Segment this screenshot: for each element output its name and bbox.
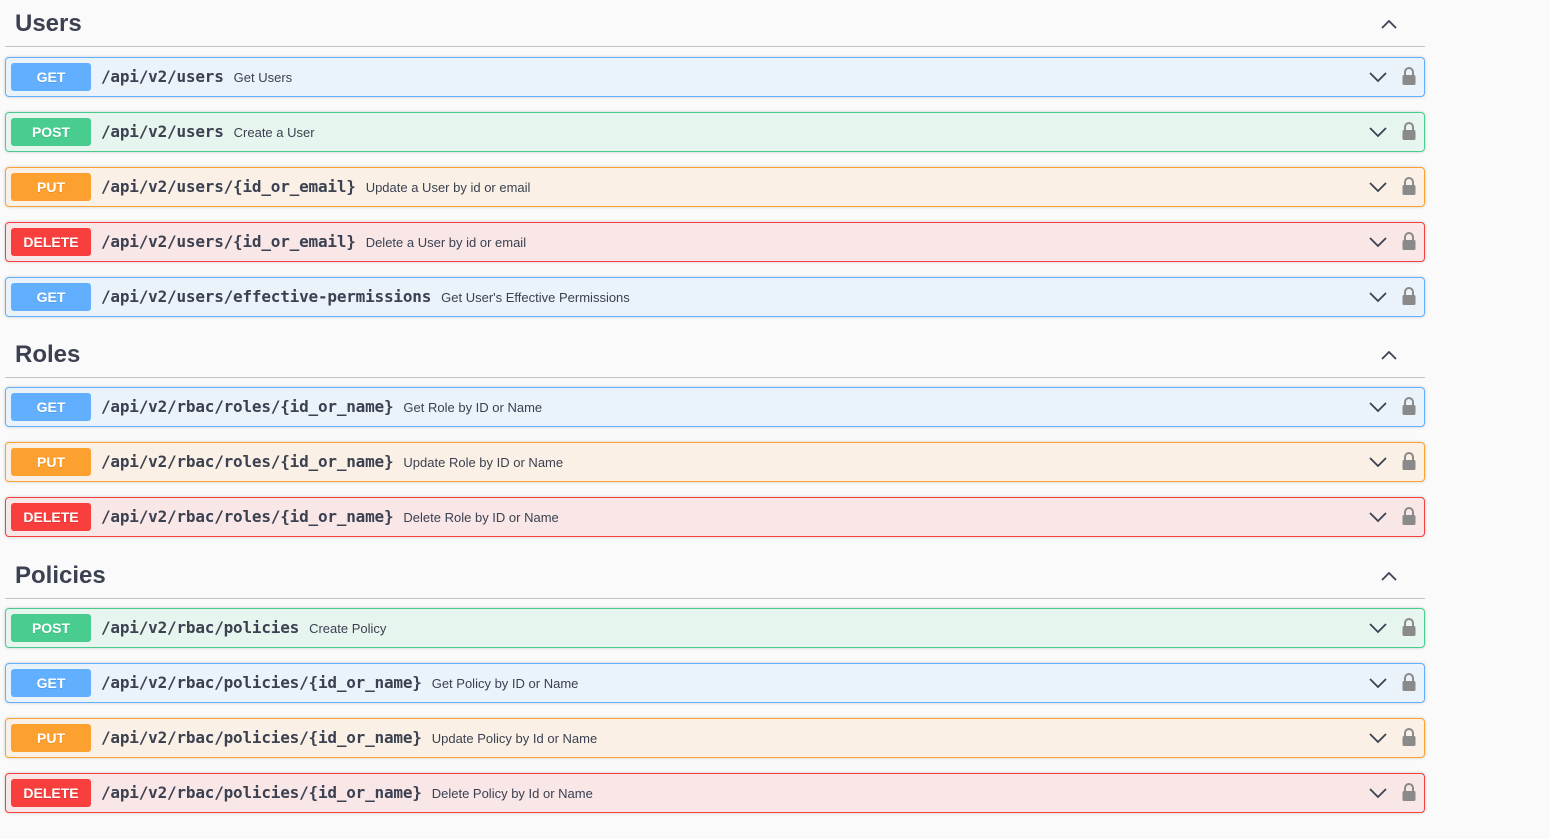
- chevron-down-icon[interactable]: [1368, 287, 1388, 307]
- operation-delete-user[interactable]: DELETE /api/v2/users/{id_or_email} Delete…: [5, 222, 1425, 262]
- operation-summary: Get Users: [233, 70, 293, 85]
- operation-path: /api/v2/rbac/policies/{id_or_name}: [101, 673, 422, 692]
- method-badge: GET: [11, 393, 91, 421]
- tag-section-users: Users GET /api/v2/users Get Users POST /a…: [5, 0, 1425, 317]
- operation-summary: Create a User: [233, 125, 315, 140]
- operation-summary: Update Policy by Id or Name: [431, 731, 598, 746]
- chevron-down-icon[interactable]: [1368, 452, 1388, 472]
- operation-summary: Get User's Effective Permissions: [441, 290, 630, 305]
- operation-post-users[interactable]: POST /api/v2/users Create a User: [5, 112, 1425, 152]
- api-docs: Users GET /api/v2/users Get Users POST /a…: [0, 0, 1550, 839]
- operation-get-users[interactable]: GET /api/v2/users Get Users: [5, 57, 1425, 97]
- operation-path: /api/v2/rbac/roles/{id_or_name}: [101, 507, 394, 526]
- chevron-down-icon[interactable]: [1368, 122, 1388, 142]
- lock-icon[interactable]: [1401, 286, 1417, 306]
- lock-icon[interactable]: [1401, 617, 1417, 637]
- method-badge: PUT: [11, 448, 91, 476]
- operation-path: /api/v2/rbac/policies/{id_or_name}: [101, 783, 422, 802]
- lock-icon[interactable]: [1401, 231, 1417, 251]
- operation-put-policy[interactable]: PUT /api/v2/rbac/policies/{id_or_name} Up…: [5, 718, 1425, 758]
- operation-path: /api/v2/users/{id_or_email}: [101, 232, 356, 251]
- chevron-down-icon[interactable]: [1368, 232, 1388, 252]
- chevron-up-icon[interactable]: [1379, 345, 1399, 365]
- method-badge: GET: [11, 283, 91, 311]
- lock-icon[interactable]: [1401, 396, 1417, 416]
- chevron-down-icon[interactable]: [1368, 397, 1388, 417]
- section-title: Users: [15, 10, 82, 37]
- operation-path: /api/v2/users: [101, 122, 224, 141]
- lock-icon[interactable]: [1401, 782, 1417, 802]
- lock-icon[interactable]: [1401, 451, 1417, 471]
- method-badge: POST: [11, 118, 91, 146]
- tag-header-roles[interactable]: Roles: [5, 331, 1425, 378]
- chevron-down-icon[interactable]: [1368, 618, 1388, 638]
- lock-icon[interactable]: [1401, 176, 1417, 196]
- operation-delete-policy[interactable]: DELETE /api/v2/rbac/policies/{id_or_name…: [5, 773, 1425, 813]
- chevron-down-icon[interactable]: [1368, 673, 1388, 693]
- method-badge: DELETE: [11, 779, 91, 807]
- operation-get-role[interactable]: GET /api/v2/rbac/roles/{id_or_name} Get R…: [5, 387, 1425, 427]
- chevron-down-icon[interactable]: [1368, 728, 1388, 748]
- operation-summary: Update a User by id or email: [365, 180, 531, 195]
- operation-path: /api/v2/users/{id_or_email}: [101, 177, 356, 196]
- operation-put-user[interactable]: PUT /api/v2/users/{id_or_email} Update a …: [5, 167, 1425, 207]
- section-title: Policies: [15, 562, 106, 589]
- chevron-down-icon[interactable]: [1368, 507, 1388, 527]
- method-badge: GET: [11, 669, 91, 697]
- chevron-up-icon[interactable]: [1379, 566, 1399, 586]
- operation-path: /api/v2/rbac/policies: [101, 618, 300, 637]
- operation-summary: Delete Policy by Id or Name: [431, 786, 593, 801]
- operation-path: /api/v2/rbac/roles/{id_or_name}: [101, 397, 394, 416]
- tag-section-policies: Policies POST /api/v2/rbac/policies Creat…: [5, 552, 1425, 813]
- operation-summary: Delete a User by id or email: [365, 235, 527, 250]
- operation-summary: Get Role by ID or Name: [403, 400, 543, 415]
- tag-header-policies[interactable]: Policies: [5, 552, 1425, 599]
- method-badge: GET: [11, 63, 91, 91]
- lock-icon[interactable]: [1401, 727, 1417, 747]
- chevron-down-icon[interactable]: [1368, 67, 1388, 87]
- operation-delete-role[interactable]: DELETE /api/v2/rbac/roles/{id_or_name} De…: [5, 497, 1425, 537]
- method-badge: DELETE: [11, 503, 91, 531]
- lock-icon[interactable]: [1401, 66, 1417, 86]
- tag-section-roles: Roles GET /api/v2/rbac/roles/{id_or_name…: [5, 331, 1425, 537]
- section-title: Roles: [15, 341, 81, 368]
- operation-path: /api/v2/rbac/roles/{id_or_name}: [101, 452, 394, 471]
- operation-get-effective-permissions[interactable]: GET /api/v2/users/effective-permissions G…: [5, 277, 1425, 317]
- chevron-down-icon[interactable]: [1368, 783, 1388, 803]
- lock-icon[interactable]: [1401, 506, 1417, 526]
- method-badge: POST: [11, 614, 91, 642]
- operation-post-policy[interactable]: POST /api/v2/rbac/policies Create Policy: [5, 608, 1425, 648]
- tag-header-users[interactable]: Users: [5, 0, 1425, 47]
- operation-summary: Delete Role by ID or Name: [403, 510, 559, 525]
- operation-summary: Get Policy by ID or Name: [431, 676, 579, 691]
- operation-put-role[interactable]: PUT /api/v2/rbac/roles/{id_or_name} Updat…: [5, 442, 1425, 482]
- method-badge: PUT: [11, 173, 91, 201]
- lock-icon[interactable]: [1401, 121, 1417, 141]
- operation-path: /api/v2/rbac/policies/{id_or_name}: [101, 728, 422, 747]
- operation-path: /api/v2/users: [101, 67, 224, 86]
- lock-icon[interactable]: [1401, 672, 1417, 692]
- chevron-up-icon[interactable]: [1379, 14, 1399, 34]
- operation-summary: Create Policy: [309, 621, 387, 636]
- method-badge: DELETE: [11, 228, 91, 256]
- chevron-down-icon[interactable]: [1368, 177, 1388, 197]
- operation-path: /api/v2/users/effective-permissions: [101, 287, 432, 306]
- method-badge: PUT: [11, 724, 91, 752]
- operation-get-policy[interactable]: GET /api/v2/rbac/policies/{id_or_name} Ge…: [5, 663, 1425, 703]
- operation-summary: Update Role by ID or Name: [403, 455, 564, 470]
